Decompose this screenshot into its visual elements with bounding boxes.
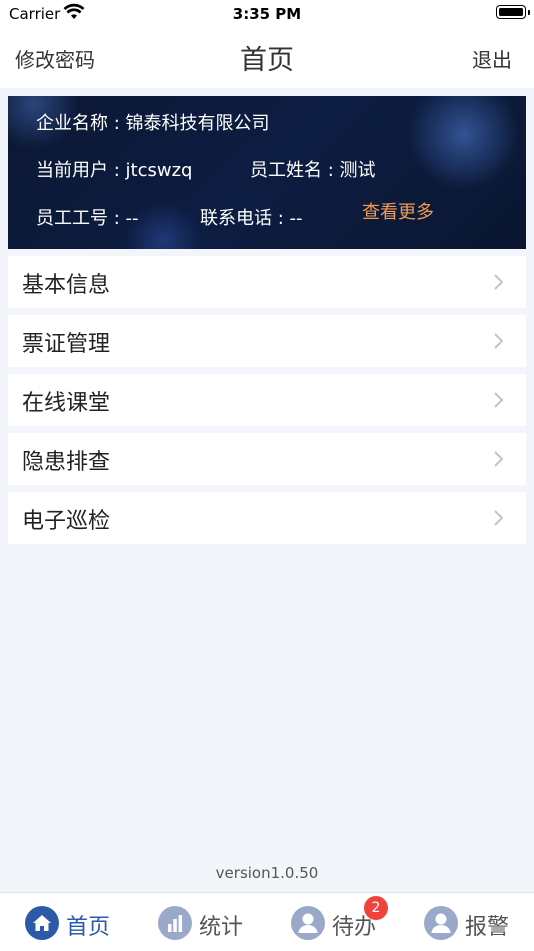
phone-value: -- xyxy=(289,208,303,229)
user-value: jtcswzq xyxy=(125,160,193,181)
page-title: 首页 xyxy=(240,45,294,76)
user-row: 当前用户 : jtcswzq xyxy=(36,160,193,181)
menu-item-online-class[interactable]: 在线课堂 xyxy=(8,374,526,426)
user-label: 当前用户 xyxy=(36,160,108,181)
battery-icon xyxy=(496,5,530,19)
phone-label: 联系电话 xyxy=(200,208,272,229)
name-label: 员工姓名 xyxy=(250,160,322,181)
person-icon xyxy=(424,906,458,940)
name-value: 测试 xyxy=(339,160,376,181)
tab-label: 首页 xyxy=(66,915,111,940)
company-value: 锦泰科技有限公司 xyxy=(125,113,270,134)
chevron-right-icon xyxy=(494,333,504,349)
menu-item-permit-management[interactable]: 票证管理 xyxy=(8,315,526,367)
chart-icon xyxy=(158,906,192,940)
view-more-link[interactable]: 查看更多 xyxy=(362,198,434,224)
chevron-right-icon xyxy=(494,451,504,467)
navigation-bar: 修改密码 首页 退出 xyxy=(0,28,534,88)
menu-item-label: 电子巡检 xyxy=(22,509,111,534)
user-info-panel: 企业名称 : 锦泰科技有限公司 当前用户 : jtcswzq 员工姓名 : 测试… xyxy=(8,96,526,249)
person-icon xyxy=(291,906,325,940)
menu-item-basic-info[interactable]: 基本信息 xyxy=(8,256,526,308)
id-row: 员工工号 : -- xyxy=(36,208,139,229)
clock: 3:35 PM xyxy=(232,5,302,23)
home-icon xyxy=(25,906,59,940)
tab-label: 统计 xyxy=(199,915,244,940)
name-row: 员工姓名 : 测试 xyxy=(250,160,376,181)
menu-item-label: 在线课堂 xyxy=(22,391,111,416)
company-label: 企业名称 xyxy=(36,113,108,134)
id-value: -- xyxy=(125,208,139,229)
menu-item-hazard-check[interactable]: 隐患排查 xyxy=(8,433,526,485)
id-label: 员工工号 xyxy=(36,208,108,229)
chevron-right-icon xyxy=(494,510,504,526)
company-row: 企业名称 : 锦泰科技有限公司 xyxy=(36,113,270,134)
tab-label: 报警 xyxy=(465,915,510,940)
menu-item-label: 基本信息 xyxy=(22,273,111,298)
menu-item-label: 隐患排查 xyxy=(22,450,111,475)
chevron-right-icon xyxy=(494,274,504,290)
menu-item-label: 票证管理 xyxy=(22,332,111,357)
phone-row: 联系电话 : -- xyxy=(200,208,303,229)
todo-count-badge: 2 xyxy=(364,896,388,920)
logout-button[interactable]: 退出 xyxy=(472,44,512,73)
tab-bar: 首页 统计 待办 2 报警 xyxy=(0,892,534,951)
menu-item-e-inspection[interactable]: 电子巡检 xyxy=(8,492,526,544)
status-bar: Carrier 3:35 PM xyxy=(0,0,534,28)
version-label: version1.0.50 xyxy=(215,864,319,882)
chevron-right-icon xyxy=(494,392,504,408)
